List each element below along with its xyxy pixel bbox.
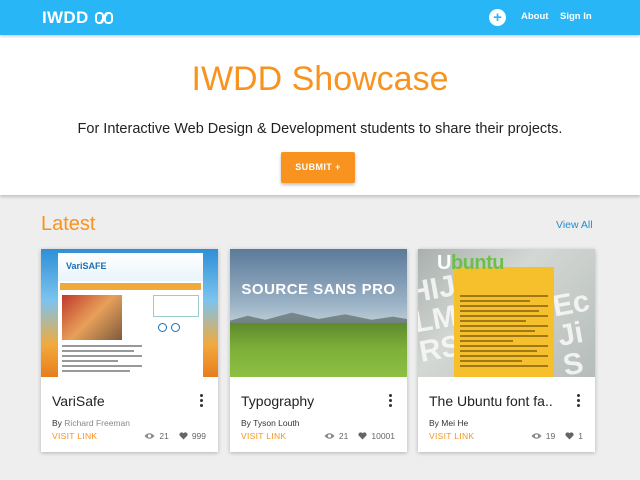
add-project-button[interactable]: + (489, 9, 506, 26)
card-stats: 19 1 (531, 431, 583, 441)
text-lines (62, 345, 142, 375)
more-vert-icon[interactable] (198, 394, 204, 409)
visit-link[interactable]: VISIT LINK (429, 431, 474, 441)
project-thumbnail[interactable]: SOURCE SANS PRO (230, 249, 407, 377)
varisafe-logo: VariSAFE (66, 261, 107, 271)
card-title[interactable]: Typography (241, 393, 366, 409)
visit-link[interactable]: VISIT LINK (52, 431, 97, 441)
project-thumbnail[interactable]: HIJ LMN RST Ec Ji S Ubuntu (418, 249, 595, 377)
visit-link[interactable]: VISIT LINK (241, 431, 286, 441)
website-screenshot: VariSAFE (58, 253, 203, 377)
byline-prefix: By (52, 418, 62, 428)
card-title[interactable]: VariSafe (52, 393, 177, 409)
heart-icon[interactable] (565, 432, 574, 440)
latest-section-title: Latest (41, 213, 96, 235)
project-card-ubuntu-font[interactable]: HIJ LMN RST Ec Ji S Ubuntu The Ubuntu font f… (418, 249, 595, 452)
card-stats: 21 999 (144, 431, 206, 441)
eye-icon (324, 433, 335, 439)
byline-prefix: By (429, 418, 439, 428)
byline-prefix: By (241, 418, 251, 428)
like-count: 10001 (371, 431, 395, 441)
brand-home-link[interactable]: IWDD (42, 8, 113, 28)
view-all-link[interactable]: View All (556, 219, 593, 231)
like-count: 999 (191, 431, 206, 441)
hero-title: IWDD Showcase (191, 60, 449, 98)
plus-icon: + (493, 9, 502, 26)
classroom-photo (62, 295, 122, 340)
glasses-icons (158, 319, 184, 337)
card-stats: 21 10001 (324, 431, 395, 441)
heart-icon[interactable] (179, 432, 188, 440)
view-count: 21 (338, 431, 349, 441)
eye-icon (531, 433, 542, 439)
website-nav-bar (60, 283, 201, 290)
sidebar-box (153, 295, 199, 317)
ubuntu-wordmark: Ubuntu (437, 252, 504, 274)
author-link[interactable]: Richard Freeman (64, 418, 130, 428)
author-name: Tyson Louth (253, 418, 300, 428)
view-count: 19 (545, 431, 556, 441)
project-card-typography[interactable]: SOURCE SANS PRO Typography By Tyson Lout… (230, 249, 407, 452)
heart-icon[interactable] (358, 432, 367, 440)
author-name: Mei He (441, 418, 469, 428)
nav-about-link[interactable]: About (521, 11, 548, 22)
hero-subtitle: For Interactive Web Design & Development… (77, 121, 563, 137)
link-logo-icon (94, 12, 113, 24)
eye-icon (144, 433, 155, 439)
nav-sign-in-link[interactable]: Sign In (560, 11, 592, 22)
card-byline: By Mei He (429, 418, 468, 428)
project-thumbnail[interactable]: VariSAFE (41, 249, 218, 377)
top-app-bar: IWDD + About Sign In (0, 0, 640, 35)
card-byline: By Richard Freeman (52, 418, 130, 428)
green-field (230, 323, 407, 377)
view-count: 21 (159, 431, 169, 441)
card-title[interactable]: The Ubuntu font fa... (429, 393, 554, 409)
thumbnail-headline: SOURCE SANS PRO (241, 281, 396, 298)
more-vert-icon[interactable] (387, 394, 393, 409)
hero-section: IWDD Showcase For Interactive Web Design… (0, 35, 640, 195)
more-vert-icon[interactable] (575, 394, 581, 409)
like-count: 1 (578, 431, 583, 441)
project-card-varisafe[interactable]: VariSAFE VariSafe By Richard Freeman VIS… (41, 249, 218, 452)
poster-text-lines (460, 295, 548, 370)
brand-name: IWDD (42, 8, 89, 27)
yellow-poster (454, 267, 554, 377)
card-byline: By Tyson Louth (241, 418, 299, 428)
submit-button[interactable]: SUBMIT + (281, 152, 355, 183)
